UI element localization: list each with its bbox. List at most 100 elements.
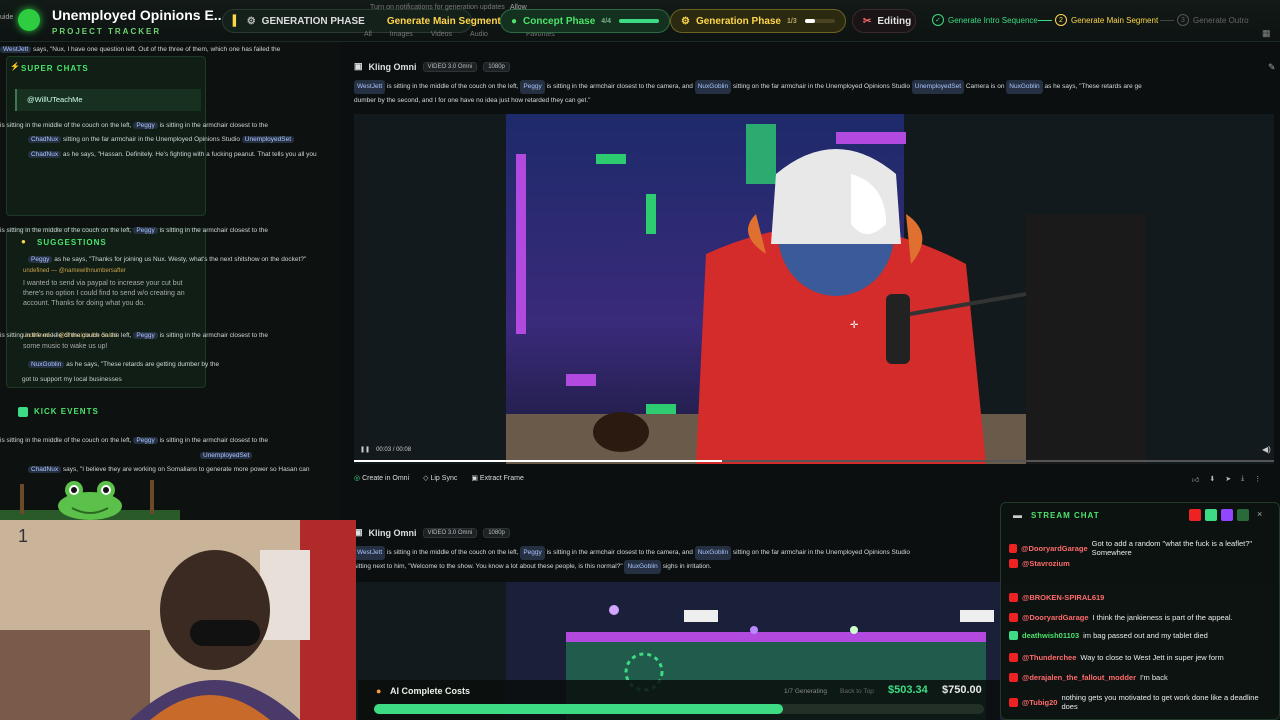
step-label: Generate Main Segment xyxy=(1071,15,1159,25)
chat-bubble-icon: ▬ xyxy=(1013,510,1022,520)
gear-icon: ⚙ xyxy=(246,15,256,27)
youtube-icon xyxy=(1009,653,1018,662)
chat-username[interactable]: @derajalen_the_fallout_modder xyxy=(1022,673,1136,682)
chat-username[interactable]: @Tubig20 xyxy=(1022,698,1058,707)
kling-icon: ▣ xyxy=(354,61,363,71)
chat-username[interactable]: @BROKEN-SPIRAL619 xyxy=(1022,593,1104,602)
model-badge: VIDEO 3.0 Omni xyxy=(422,527,478,538)
app-title[interactable]: Unemployed Opinions E... xyxy=(52,7,225,23)
lips-icon: ◇ xyxy=(423,475,429,482)
concept-phase-label: Concept Phase xyxy=(523,15,596,27)
chat-username[interactable]: @DooryardGarage xyxy=(1021,544,1088,553)
kick-filter-icon[interactable] xyxy=(1205,509,1217,521)
concept-phase-count: 4/4 xyxy=(601,17,612,25)
super-chat-item[interactable]: @WillUTeachMe xyxy=(15,89,201,111)
resolution-badge: 1080p xyxy=(483,61,510,72)
chip: Peggy xyxy=(520,546,545,560)
action-label: Lip Sync xyxy=(430,475,458,482)
super-chats-title: SUPER CHATS xyxy=(21,64,89,73)
chat-username[interactable]: @Stavrozium xyxy=(1022,559,1070,568)
ghost-line: is sitting in the armchair closest to th… xyxy=(159,227,268,234)
chip: NuxGoblin xyxy=(28,361,65,368)
video-player-1[interactable]: ✛ ❚❚ 00:03 / 00:08 ◀) xyxy=(354,114,1274,464)
webcam-label: 1 xyxy=(18,526,29,546)
lightning-icon: ⚡ xyxy=(10,62,20,71)
chat-username[interactable]: @Thunderchee xyxy=(1022,653,1076,662)
ghost-line: sitting on the far armchair in the Unemp… xyxy=(62,136,240,143)
editing-pill[interactable]: ✂ Editing xyxy=(852,9,916,33)
webcam-scene xyxy=(0,520,356,720)
bulb-icon: ● xyxy=(511,15,518,27)
card1-header: ▣ Kling Omni VIDEO 3.0 Omni 1080p xyxy=(354,61,510,72)
model-badge: VIDEO 3.0 Omni xyxy=(422,61,478,72)
omni-icon: ◎ xyxy=(354,475,361,482)
chip: WestJett xyxy=(354,80,386,94)
thumbs-down-icon[interactable]: ⬇ xyxy=(1209,475,1215,484)
generation-phase-progress-pill[interactable]: ⚙ Generation Phase 1/3 xyxy=(670,9,846,33)
check-icon: ✓ xyxy=(932,14,944,26)
pause-icon[interactable]: ❚❚ xyxy=(360,446,370,453)
more-icon[interactable]: ⋮ xyxy=(1254,475,1261,484)
step-main[interactable]: 2 Generate Main Segment xyxy=(1055,14,1158,26)
extract-frame-button[interactable]: ▣ Extract Frame xyxy=(471,474,524,482)
back-to-top-link[interactable]: Back to Top xyxy=(840,688,874,695)
left-pane: WestJett says, "Nux, I have one question… xyxy=(0,42,340,520)
grid-icon[interactable]: ▦ xyxy=(1262,28,1271,39)
chat-text: Got to add a random "what the fuck is a … xyxy=(1091,539,1253,557)
chip: Peggy xyxy=(28,256,53,263)
close-icon[interactable]: × xyxy=(1257,509,1262,521)
seek-bar[interactable] xyxy=(354,460,1274,462)
lip-sync-button[interactable]: ◇ Lip Sync xyxy=(423,474,457,482)
thumbs-up-icon[interactable]: 👍︎ xyxy=(1192,475,1199,484)
filter-tab[interactable]: Images xyxy=(390,31,413,38)
card1-prompt: WestJett is sitting in the middle of the… xyxy=(354,80,1142,94)
download-icon[interactable]: ⤓ xyxy=(1241,475,1244,484)
player-controls: ❚❚ 00:03 / 00:08 xyxy=(360,446,411,454)
card1-icon-actions: 👍︎ ⬇ ➤ ⤓ ⋮ xyxy=(1192,475,1261,484)
step-outro[interactable]: 3 Generate Outro xyxy=(1177,14,1249,26)
prompt-text: is sitting in the armchair closest to th… xyxy=(546,83,693,90)
filter-tab[interactable]: Videos xyxy=(431,31,452,38)
step-intro[interactable]: ✓ Generate Intro Sequence xyxy=(932,14,1038,26)
step-number: 2 xyxy=(1055,14,1067,26)
phase-bolt-icon: ▍ xyxy=(233,15,241,27)
chip: ChadNux xyxy=(28,136,62,143)
chip: Peggy xyxy=(520,80,545,94)
prompt-text: is sitting in the middle of the couch on… xyxy=(386,549,519,556)
edit-icon[interactable]: ✎ xyxy=(1268,62,1276,73)
suggestion-user: undefined — @namewithnumbersafter xyxy=(23,268,126,274)
chat-message: @Thunderchee Way to close to West Jett in… xyxy=(1009,653,1224,662)
rumble-filter-icon[interactable] xyxy=(1237,509,1249,521)
phase-label: GENERATION PHASE xyxy=(261,15,365,27)
card2-header: ▣ Kling Omni VIDEO 3.0 Omni 1080p xyxy=(354,527,510,538)
action-label: Create in Omni xyxy=(362,475,410,482)
volume-icon[interactable]: ◀) xyxy=(1262,445,1271,454)
chat-text: im bag passed out and my tablet died xyxy=(1083,631,1208,640)
concept-phase-pill[interactable]: ● Concept Phase 4/4 xyxy=(500,9,671,33)
stream-chat: ▬ STREAM CHAT × @DooryardGarage Got to ad… xyxy=(1000,502,1280,720)
youtube-filter-icon[interactable] xyxy=(1189,509,1201,521)
chat-username[interactable]: deathwish01103 xyxy=(1022,631,1079,640)
ghost-line: as he says, "Thanks for joining us Nux. … xyxy=(54,256,307,263)
cost-budget: $750.00 xyxy=(942,684,982,696)
generation-phase-pill[interactable]: ▍ ⚙ GENERATION PHASE Generate Main Segme… xyxy=(222,9,501,33)
step-label: Generate Outro xyxy=(1193,15,1249,25)
send-icon[interactable]: ➤ xyxy=(1225,475,1231,484)
suggestion-text: I wanted to send via paypal to increase … xyxy=(23,280,185,307)
create-in-omni-button[interactable]: ◎ Create in Omni xyxy=(354,474,409,482)
card1-title: Kling Omni xyxy=(368,61,417,72)
twitch-filter-icon[interactable] xyxy=(1221,509,1233,521)
notify-text: Turn on notifications for generation upd… xyxy=(370,4,505,11)
filter-tab[interactable]: Audio xyxy=(470,31,488,38)
suggestion-text: some music to wake us up! xyxy=(23,343,108,350)
prompt-text: as he says, "These retards are ge xyxy=(1044,83,1142,90)
card2-prompt: WestJett is sitting in the middle of the… xyxy=(354,546,910,560)
action-label: Extract Frame xyxy=(479,475,524,482)
chat-username[interactable]: @DooryardGarage xyxy=(1022,613,1089,622)
chat-message: @derajalen_the_fallout_modder I'm back xyxy=(1009,673,1168,682)
ghost-line: as he says, "Hassan. Definitely. He's fi… xyxy=(62,151,317,158)
ghost-line: is sitting in the armchair closest to th… xyxy=(159,122,268,129)
app-subtitle: PROJECT TRACKER xyxy=(52,27,162,36)
filter-tab[interactable]: All xyxy=(364,31,372,38)
prompt-text: sitting on the far armchair in the Unemp… xyxy=(732,83,910,90)
